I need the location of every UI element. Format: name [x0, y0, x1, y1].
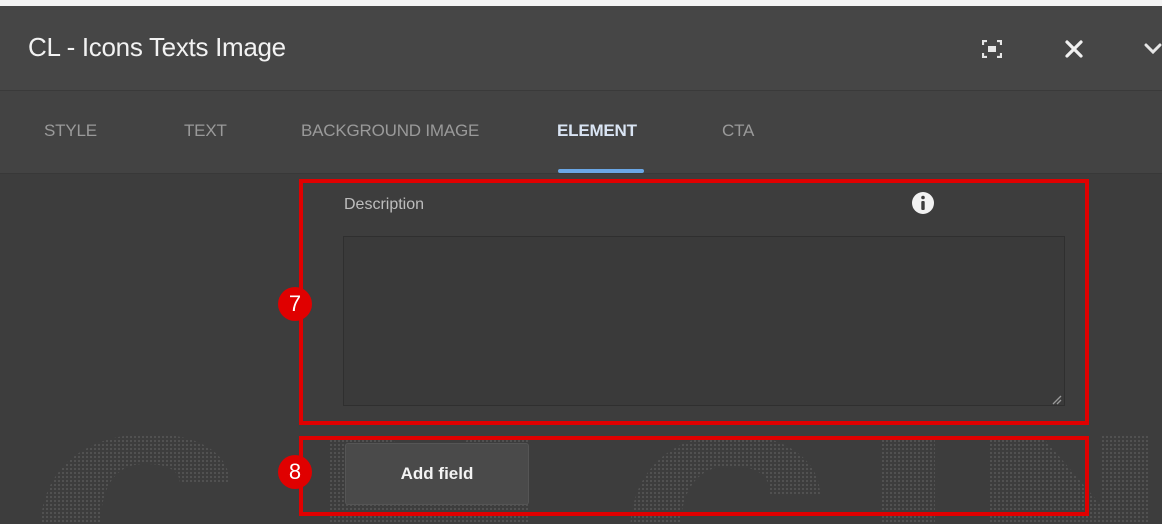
- info-icon[interactable]: [911, 191, 935, 215]
- dialog-title: CL - Icons Texts Image: [28, 32, 286, 62]
- resize-grip-icon[interactable]: [1050, 393, 1062, 405]
- tab-element[interactable]: ELEMENT: [557, 121, 637, 141]
- annotation-badge-7: 7: [278, 287, 312, 321]
- tab-panel-element: Description Add field: [0, 174, 1162, 524]
- close-icon: [1064, 39, 1084, 59]
- dialog-titlebar: CL - Icons Texts Image: [0, 6, 1162, 91]
- add-field-button[interactable]: Add field: [345, 443, 529, 505]
- tab-text[interactable]: TEXT: [184, 121, 227, 141]
- tab-style[interactable]: STYLE: [44, 121, 97, 141]
- dialog-window: CL - Icons Texts Image STYLE TEXT BACKGR…: [0, 0, 1162, 524]
- collapse-button[interactable]: [1138, 34, 1162, 64]
- description-textarea[interactable]: [343, 236, 1065, 406]
- annotation-badge-8: 8: [278, 455, 312, 489]
- fullscreen-icon: [982, 40, 1002, 58]
- background-watermark: [40, 434, 1150, 524]
- tab-background-image[interactable]: BACKGROUND IMAGE: [301, 121, 479, 141]
- chevron-down-icon: [1143, 42, 1162, 56]
- tab-bar: STYLE TEXT BACKGROUND IMAGE ELEMENT CTA: [0, 91, 1162, 174]
- tab-cta[interactable]: CTA: [722, 121, 754, 141]
- close-button[interactable]: [1059, 34, 1089, 64]
- active-tab-indicator: [558, 169, 644, 173]
- fullscreen-button[interactable]: [977, 34, 1007, 64]
- description-label: Description: [344, 196, 425, 213]
